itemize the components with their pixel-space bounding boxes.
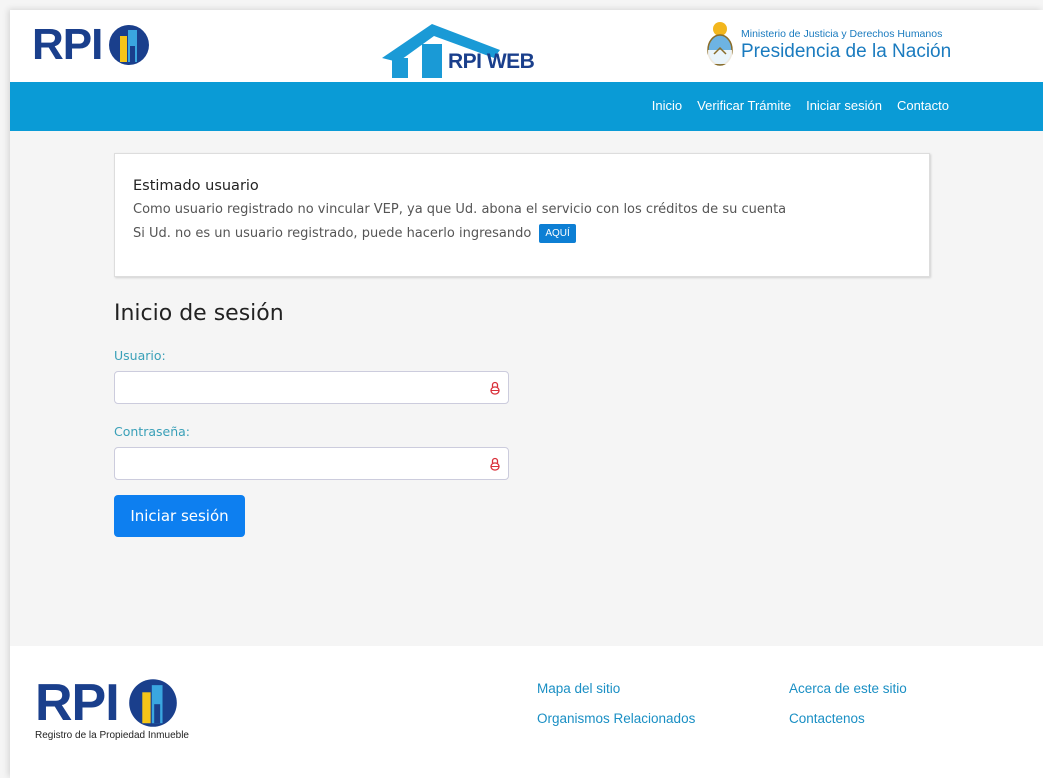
password-field[interactable] (114, 447, 509, 480)
rpi-logo-text: RPI (32, 20, 103, 69)
presidency-name: Presidencia de la Nación (741, 40, 952, 62)
rpi-web-logo-text: RPI WEB (448, 50, 535, 73)
footer-link-site-map[interactable]: Mapa del sitio (537, 681, 620, 696)
footer-link-contact[interactable]: Contactenos (789, 711, 865, 726)
site-header: RPI RPI WEB Ministerio de Justicia y Der… (10, 10, 1043, 82)
nav-verificar-tramite[interactable]: Verificar Trámite (697, 98, 791, 113)
nav-contacto[interactable]: Contacto (897, 98, 949, 113)
ministry-name: Ministerio de Justicia y Derechos Humano… (741, 27, 943, 40)
notice-card: Estimado usuario Como usuario registrado… (114, 153, 930, 277)
username-field[interactable] (114, 371, 509, 404)
login-button[interactable]: Iniciar sesión (114, 495, 245, 537)
building-icon (109, 25, 150, 65)
notice-text-1: Como usuario registrado no vincular VEP,… (133, 202, 787, 217)
footer-link-related-organizations[interactable]: Organismos Relacionados (537, 711, 695, 726)
password-label: Contraseña: (114, 424, 190, 439)
footer-logo-text: RPI (35, 674, 120, 732)
rpi-logo[interactable]: RPI (32, 23, 150, 67)
coat-of-arms-icon (707, 22, 733, 66)
footer-logo[interactable]: RPI Registro de la Propiedad Inmueble (35, 674, 189, 741)
login-title: Inicio de sesión (114, 301, 284, 326)
register-here-button[interactable]: AQUÍ (539, 224, 576, 243)
username-label: Usuario: (114, 348, 166, 363)
footer-logo-subtitle: Registro de la Propiedad Inmueble (35, 730, 189, 741)
nav-iniciar-sesion[interactable]: Iniciar sesión (806, 98, 882, 113)
main-nav: Inicio Verificar Trámite Iniciar sesión … (10, 82, 1043, 131)
nav-inicio[interactable]: Inicio (652, 98, 682, 113)
lock-icon (490, 381, 500, 395)
rpi-web-logo[interactable]: RPI WEB (380, 20, 540, 78)
building-icon (128, 679, 177, 727)
lock-icon (490, 457, 500, 471)
notice-text-2: Si Ud. no es un usuario registrado, pued… (133, 226, 532, 241)
notice-text-2-row: Si Ud. no es un usuario registrado, pued… (133, 224, 576, 243)
page: RPI RPI WEB Ministerio de Justicia y Der… (10, 10, 1043, 778)
government-logo[interactable]: Ministerio de Justicia y Derechos Humano… (705, 20, 951, 70)
footer-link-about[interactable]: Acerca de este sitio (789, 681, 907, 696)
site-footer: RPI Registro de la Propiedad Inmueble Ma… (10, 646, 1043, 778)
notice-title: Estimado usuario (133, 178, 259, 194)
